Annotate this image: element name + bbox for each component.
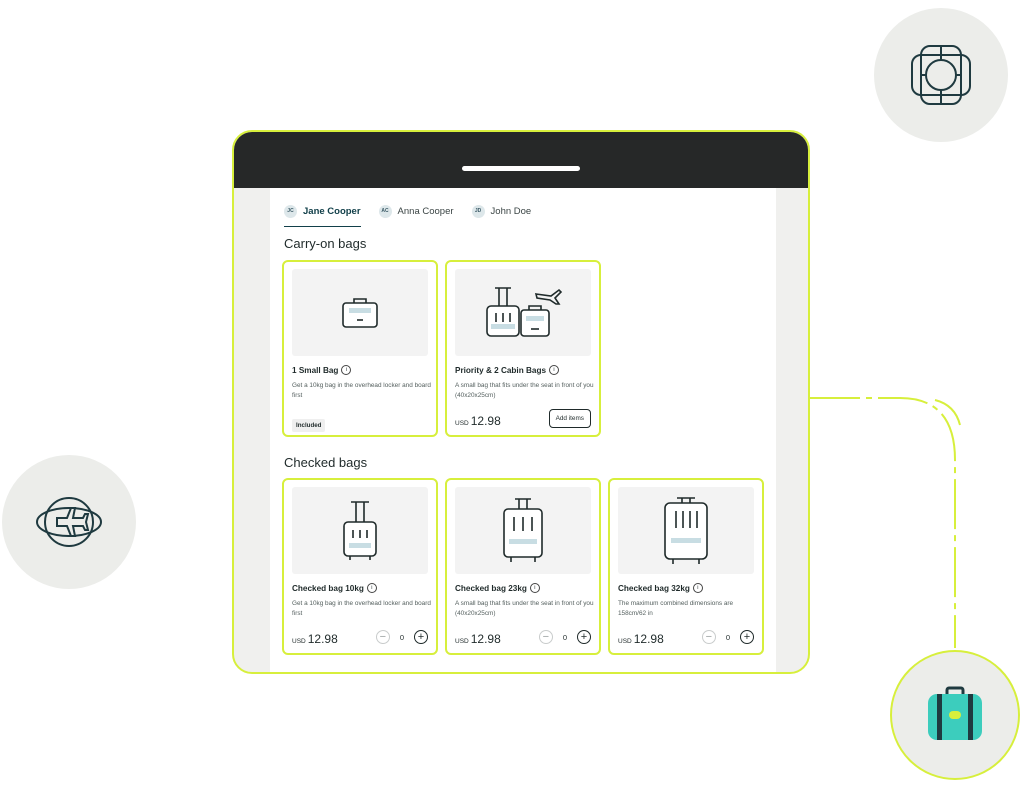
card-image <box>292 487 428 574</box>
tablet-top-bar <box>234 132 808 188</box>
deco-circle-bag <box>890 650 1020 780</box>
price-currency: USD <box>618 638 632 645</box>
bags-screen: JC Jane Cooper AC Anna Cooper JD John Do… <box>270 188 776 672</box>
suitcase-medium-icon <box>503 497 543 562</box>
luggage-icon <box>928 686 982 740</box>
info-icon[interactable]: i <box>366 583 377 593</box>
checked-card-23kg[interactable]: Checked bag 23kg i A small bag that fits… <box>445 478 601 655</box>
card-description: A small bag that fits under the seat in … <box>455 600 594 617</box>
suitcase-small-icon <box>343 500 377 560</box>
price-currency: USD <box>455 638 469 645</box>
card-title-text: Checked bag 10kg <box>292 583 364 593</box>
card-title: 1 Small Bag i <box>292 365 352 375</box>
carry-on-card-priority[interactable]: Priority & 2 Cabin Bags i A small bag th… <box>445 260 601 437</box>
tablet-frame: JC Jane Cooper AC Anna Cooper JD John Do… <box>232 130 810 674</box>
card-description: The maximum combined dimensions are 158c… <box>618 600 734 617</box>
avatar: JD <box>471 204 485 218</box>
card-title-text: Checked bag 23kg <box>455 583 527 593</box>
card-title-text: Checked bag 32kg <box>618 583 690 593</box>
tablet-handle <box>462 166 580 171</box>
price: USD 12.98 <box>455 632 501 646</box>
decrement-button[interactable]: − <box>701 630 716 644</box>
card-description: Get a 10kg bag in the overhead locker an… <box>292 600 431 617</box>
card-image <box>455 269 591 356</box>
increment-button[interactable]: + <box>414 630 428 644</box>
card-title-text: Priority & 2 Cabin Bags <box>455 365 546 375</box>
included-badge: Included <box>292 419 326 432</box>
price-amount: 12.98 <box>633 632 664 646</box>
price-currency: USD <box>455 420 469 427</box>
card-title-text: 1 Small Bag <box>292 365 339 375</box>
carry-on-heading: Carry-on bags <box>284 236 367 251</box>
price-amount: 12.98 <box>470 632 501 646</box>
price-currency: USD <box>292 638 306 645</box>
increment-button[interactable]: + <box>577 630 591 644</box>
tab-anna-cooper[interactable]: AC Anna Cooper <box>378 200 454 222</box>
quantity-stepper: − 0 + <box>538 630 591 644</box>
card-description: A small bag that fits under the seat in … <box>455 382 594 399</box>
carry-on-card-small-bag[interactable]: 1 Small Bag i Get a 10kg bag in the over… <box>282 260 438 437</box>
quantity-stepper: − 0 + <box>375 630 428 644</box>
passenger-tabs: JC Jane Cooper AC Anna Cooper JD John Do… <box>284 200 532 227</box>
info-icon[interactable]: i <box>549 365 559 375</box>
tab-label: John Doe <box>490 205 532 217</box>
card-description: Get a 10kg bag in the overhead locker an… <box>292 382 431 399</box>
small-bag-icon <box>342 297 378 328</box>
card-title: Priority & 2 Cabin Bags i <box>455 365 559 375</box>
decrement-button[interactable]: − <box>375 630 390 644</box>
increment-button[interactable]: + <box>740 630 754 644</box>
card-image <box>455 487 591 574</box>
quantity-value: 0 <box>399 632 404 642</box>
tab-john-doe[interactable]: JD John Doe <box>471 200 532 222</box>
price-amount: 12.98 <box>307 632 338 646</box>
price-amount: 12.98 <box>470 414 501 428</box>
card-title: Checked bag 23kg i <box>455 583 540 593</box>
decrement-button[interactable]: − <box>538 630 553 644</box>
tab-jane-cooper[interactable]: JC Jane Cooper <box>284 200 361 227</box>
quantity-value: 0 <box>562 632 567 642</box>
quantity-value: 0 <box>725 632 730 642</box>
quantity-stepper: − 0 + <box>701 630 754 644</box>
tab-label: Anna Cooper <box>397 205 454 217</box>
checked-card-10kg[interactable]: Checked bag 10kg i Get a 10kg bag in the… <box>282 478 438 655</box>
tab-label: Jane Cooper <box>303 205 361 217</box>
add-items-button[interactable]: Add items <box>548 409 591 428</box>
checked-heading: Checked bags <box>284 455 368 470</box>
card-image <box>292 269 428 356</box>
cabin-bags-icon <box>486 286 563 337</box>
avatar: JC <box>284 204 297 218</box>
suitcase-large-icon <box>664 496 708 564</box>
info-icon[interactable]: i <box>529 583 540 593</box>
card-title: Checked bag 32kg i <box>618 583 703 593</box>
checked-card-32kg[interactable]: Checked bag 32kg i The maximum combined … <box>608 478 764 655</box>
price: USD 12.98 <box>618 632 664 646</box>
price: USD 12.98 <box>455 414 501 428</box>
avatar: AC <box>378 204 392 218</box>
info-icon[interactable]: i <box>692 583 703 593</box>
card-title: Checked bag 10kg i <box>292 583 377 593</box>
info-icon[interactable]: i <box>341 365 352 375</box>
card-image <box>618 487 754 574</box>
price: USD 12.98 <box>292 632 338 646</box>
